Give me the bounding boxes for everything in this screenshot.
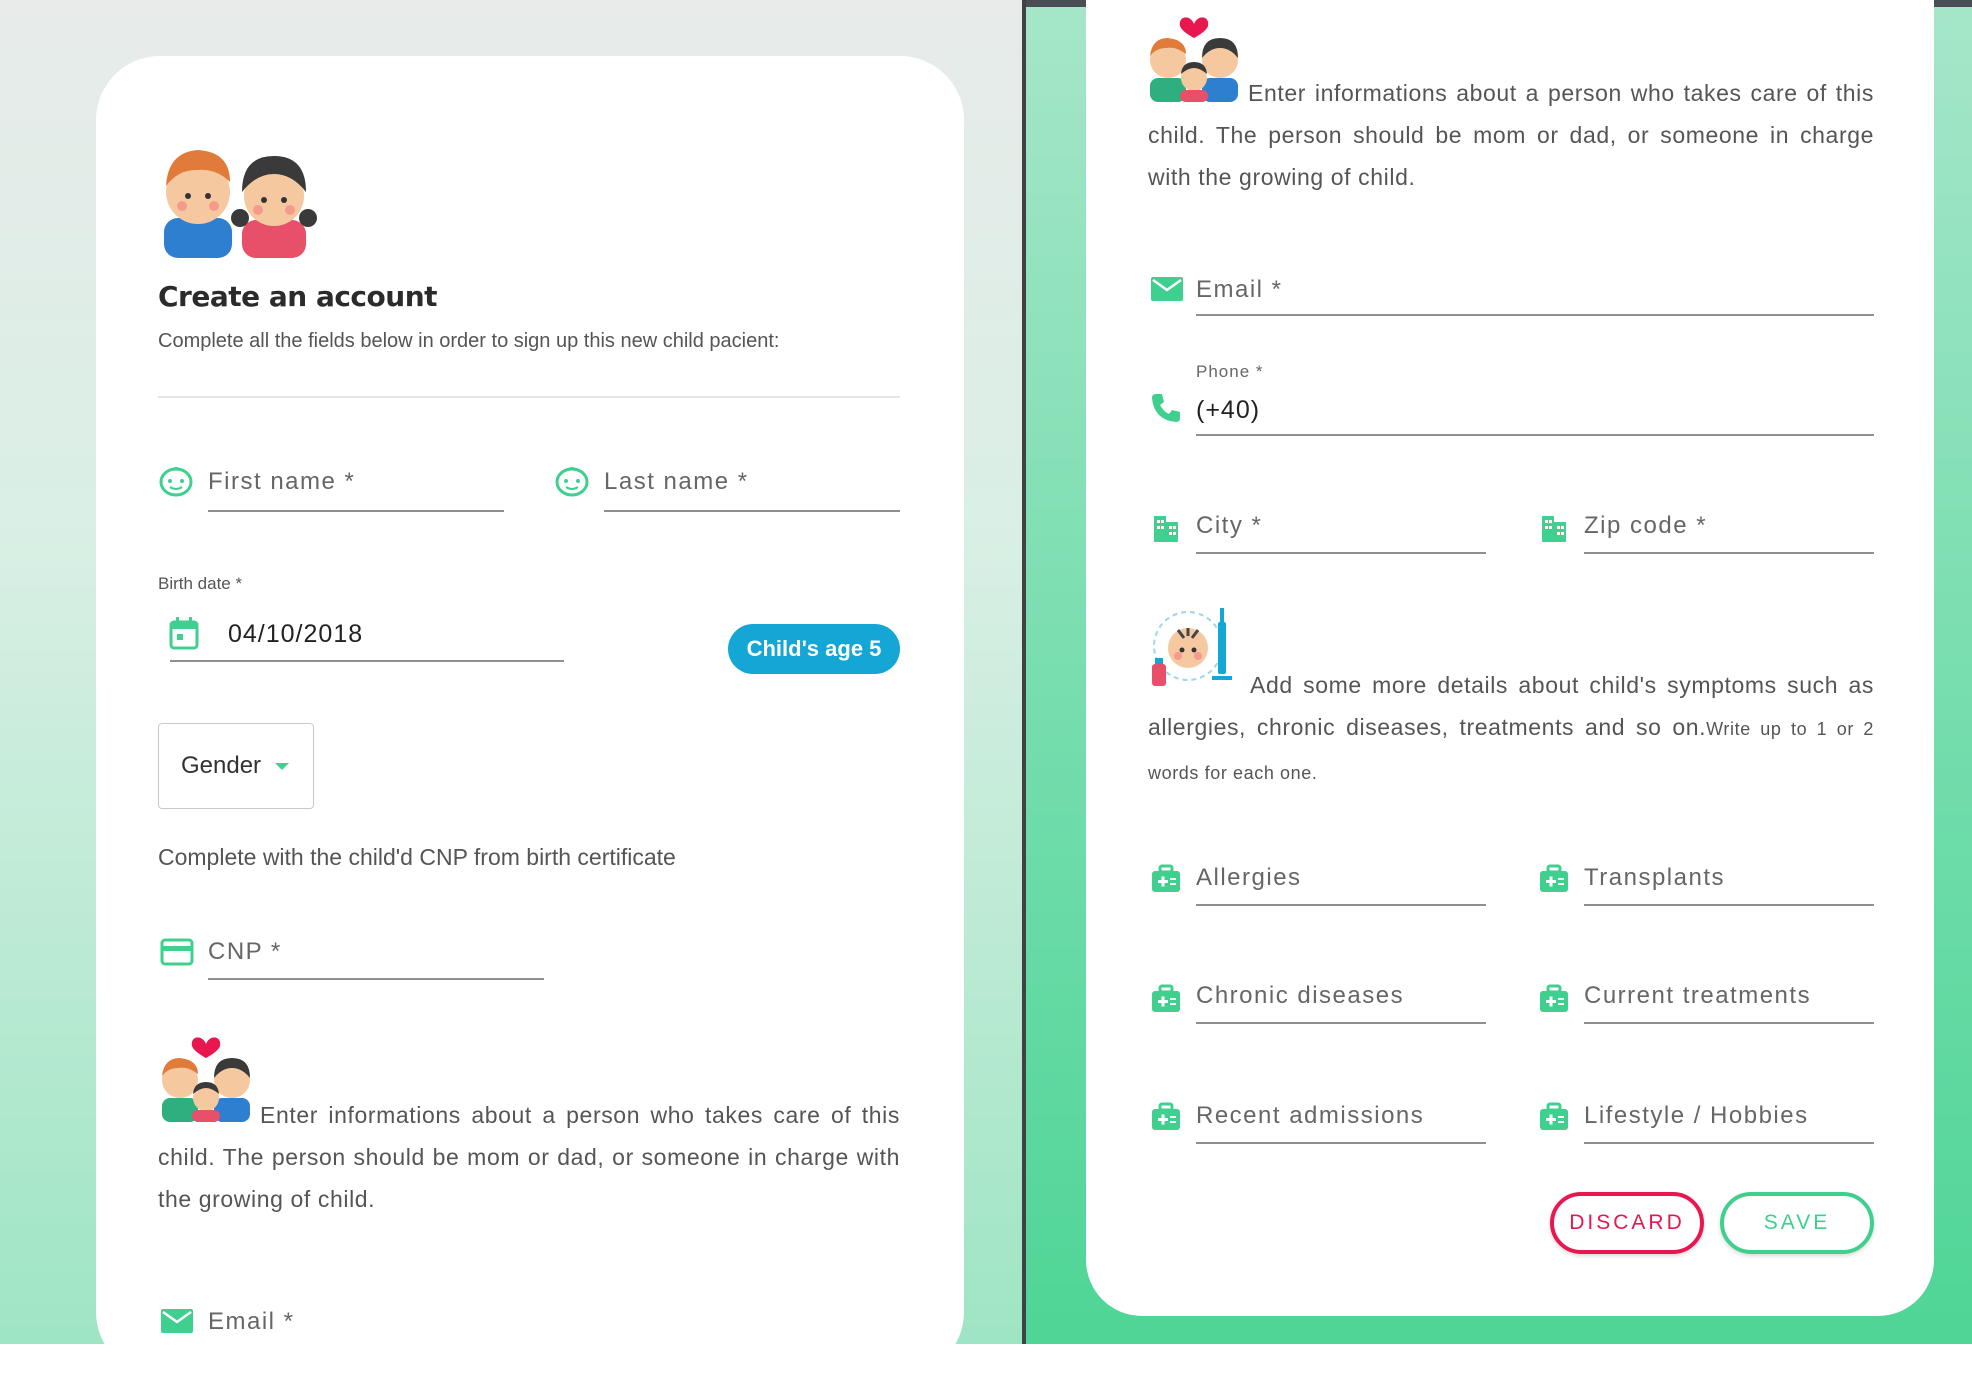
building-icon [1542, 516, 1566, 542]
input-underline [1196, 904, 1486, 906]
cnp-placeholder: CNP * [208, 938, 282, 965]
childs-age-button[interactable]: Child's age 5 [728, 624, 900, 674]
mail-icon [1151, 277, 1183, 301]
transplants-placeholder: Transplants [1584, 864, 1725, 891]
recent-admissions-input[interactable]: Recent admissions [1196, 1096, 1486, 1144]
lifestyle-hobbies-placeholder: Lifestyle / Hobbies [1584, 1102, 1809, 1129]
first-name-input[interactable]: First name * [208, 460, 504, 512]
last-name-input[interactable]: Last name * [604, 460, 900, 512]
birth-date-value: 04/10/2018 [228, 620, 364, 648]
transplants-input[interactable]: Transplants [1584, 858, 1874, 906]
input-underline [604, 510, 900, 512]
current-treatments-input[interactable]: Current treatments [1584, 976, 1874, 1024]
chronic-diseases-input[interactable]: Chronic diseases [1196, 976, 1486, 1024]
input-underline [1196, 434, 1874, 436]
phone-icon [1152, 394, 1180, 422]
building-icon [1154, 516, 1178, 542]
divider-line [158, 396, 900, 398]
lifestyle-hobbies-input[interactable]: Lifestyle / Hobbies [1584, 1096, 1874, 1144]
gender-select[interactable]: Gender [158, 723, 314, 809]
input-underline [1196, 1022, 1486, 1024]
email-placeholder: Email * [208, 1308, 295, 1335]
birth-date-label: Birth date * [158, 574, 243, 593]
allergies-input[interactable]: Allergies [1196, 858, 1486, 906]
caregiver-text-right: Enter informations about a person who ta… [1148, 80, 1874, 190]
medical-kit-icon [1152, 1102, 1180, 1130]
input-underline [1584, 1142, 1874, 1144]
allergies-placeholder: Allergies [1196, 864, 1302, 891]
email-input-left[interactable]: Email * [208, 1300, 544, 1348]
phone-value: (+40) [1196, 396, 1261, 424]
city-placeholder: City * [1196, 512, 1263, 539]
gender-label: Gender [181, 752, 262, 779]
cnp-hint: Complete with the child'd CNP from birth… [158, 844, 676, 870]
page-title: Create an account [158, 280, 438, 313]
zip-code-input[interactable]: Zip code * [1584, 506, 1874, 554]
input-underline [1196, 1142, 1486, 1144]
city-input[interactable]: City * [1196, 506, 1486, 554]
birth-date-input[interactable]: 04/10/2018 [170, 610, 564, 662]
phone-label: Phone * [1196, 362, 1264, 381]
input-underline [208, 510, 504, 512]
email-input[interactable]: Email * [1196, 268, 1874, 316]
mail-icon [161, 1309, 193, 1333]
input-underline [1584, 552, 1874, 554]
input-underline [1196, 314, 1874, 316]
medical-kit-icon [1540, 1102, 1568, 1130]
input-underline [170, 660, 564, 662]
card-icon [160, 938, 194, 966]
children-illustration [164, 150, 317, 258]
save-button[interactable]: SAVE [1720, 1192, 1874, 1254]
discard-button[interactable]: DISCARD [1550, 1192, 1704, 1254]
caret-down-icon [275, 762, 290, 770]
symptoms-text: Add some more details about child's symp… [1148, 664, 1874, 794]
input-underline [208, 978, 544, 980]
chronic-diseases-placeholder: Chronic diseases [1196, 982, 1405, 1009]
recent-admissions-placeholder: Recent admissions [1196, 1102, 1425, 1129]
current-treatments-placeholder: Current treatments [1584, 982, 1812, 1009]
medical-kit-icon [1152, 984, 1180, 1012]
caregiver-text-left: Enter informations about a person who ta… [158, 1102, 900, 1212]
last-name-placeholder: Last name * [604, 468, 749, 495]
medical-kit-icon [1540, 864, 1568, 892]
cnp-input[interactable]: CNP * [208, 932, 544, 980]
input-underline [1584, 904, 1874, 906]
medical-kit-icon [1540, 984, 1568, 1012]
first-name-placeholder: First name * [208, 468, 356, 495]
page-subtitle: Complete all the fields below in order t… [158, 330, 780, 352]
face-icon [159, 467, 193, 497]
phone-input[interactable]: (+40) [1196, 388, 1874, 436]
input-underline [1584, 1022, 1874, 1024]
input-underline [1196, 552, 1486, 554]
zip-placeholder: Zip code * [1584, 512, 1708, 539]
email-placeholder: Email * [1196, 276, 1283, 303]
face-icon [555, 467, 589, 497]
medical-kit-icon [1152, 864, 1180, 892]
